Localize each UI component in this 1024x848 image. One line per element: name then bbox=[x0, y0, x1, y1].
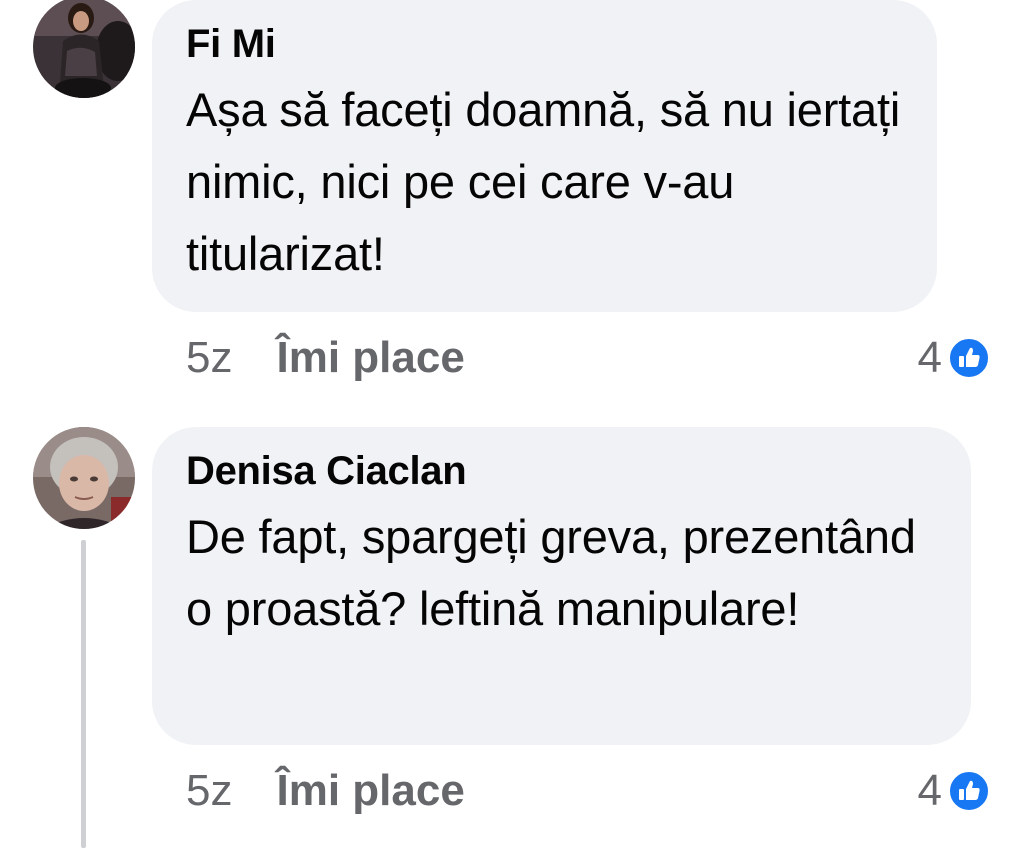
comment-bubble: Denisa Ciaclan De fapt, spargeți greva, … bbox=[152, 427, 971, 745]
like-button[interactable]: Îmi place bbox=[276, 766, 464, 816]
avatar[interactable] bbox=[33, 427, 135, 529]
comment-timestamp[interactable]: 5z bbox=[186, 333, 232, 383]
like-button[interactable]: Îmi place bbox=[276, 333, 464, 383]
comment-text: De fapt, spargeți greva, prezentând o pr… bbox=[186, 510, 916, 635]
comment-meta: 5z Îmi place bbox=[186, 330, 465, 386]
comment-timestamp[interactable]: 5z bbox=[186, 766, 232, 816]
reaction-count: 4 bbox=[917, 333, 942, 382]
reactions-summary[interactable]: 4 bbox=[918, 763, 990, 819]
reactions-summary[interactable]: 4 bbox=[918, 330, 990, 386]
reply-thread-line bbox=[81, 540, 86, 848]
comment-text: Așa să faceți doamnă, să nu iertați nimi… bbox=[186, 83, 901, 280]
like-icon bbox=[948, 337, 990, 379]
comment-author[interactable]: Denisa Ciaclan bbox=[186, 447, 937, 495]
reaction-count: 4 bbox=[917, 766, 942, 815]
avatar[interactable] bbox=[33, 0, 135, 98]
comment-author[interactable]: Fi Mi bbox=[186, 20, 903, 68]
comment-meta: 5z Îmi place bbox=[186, 763, 465, 819]
comment-bubble: Fi Mi Așa să faceți doamnă, să nu iertaț… bbox=[152, 0, 937, 312]
like-icon bbox=[948, 770, 990, 812]
